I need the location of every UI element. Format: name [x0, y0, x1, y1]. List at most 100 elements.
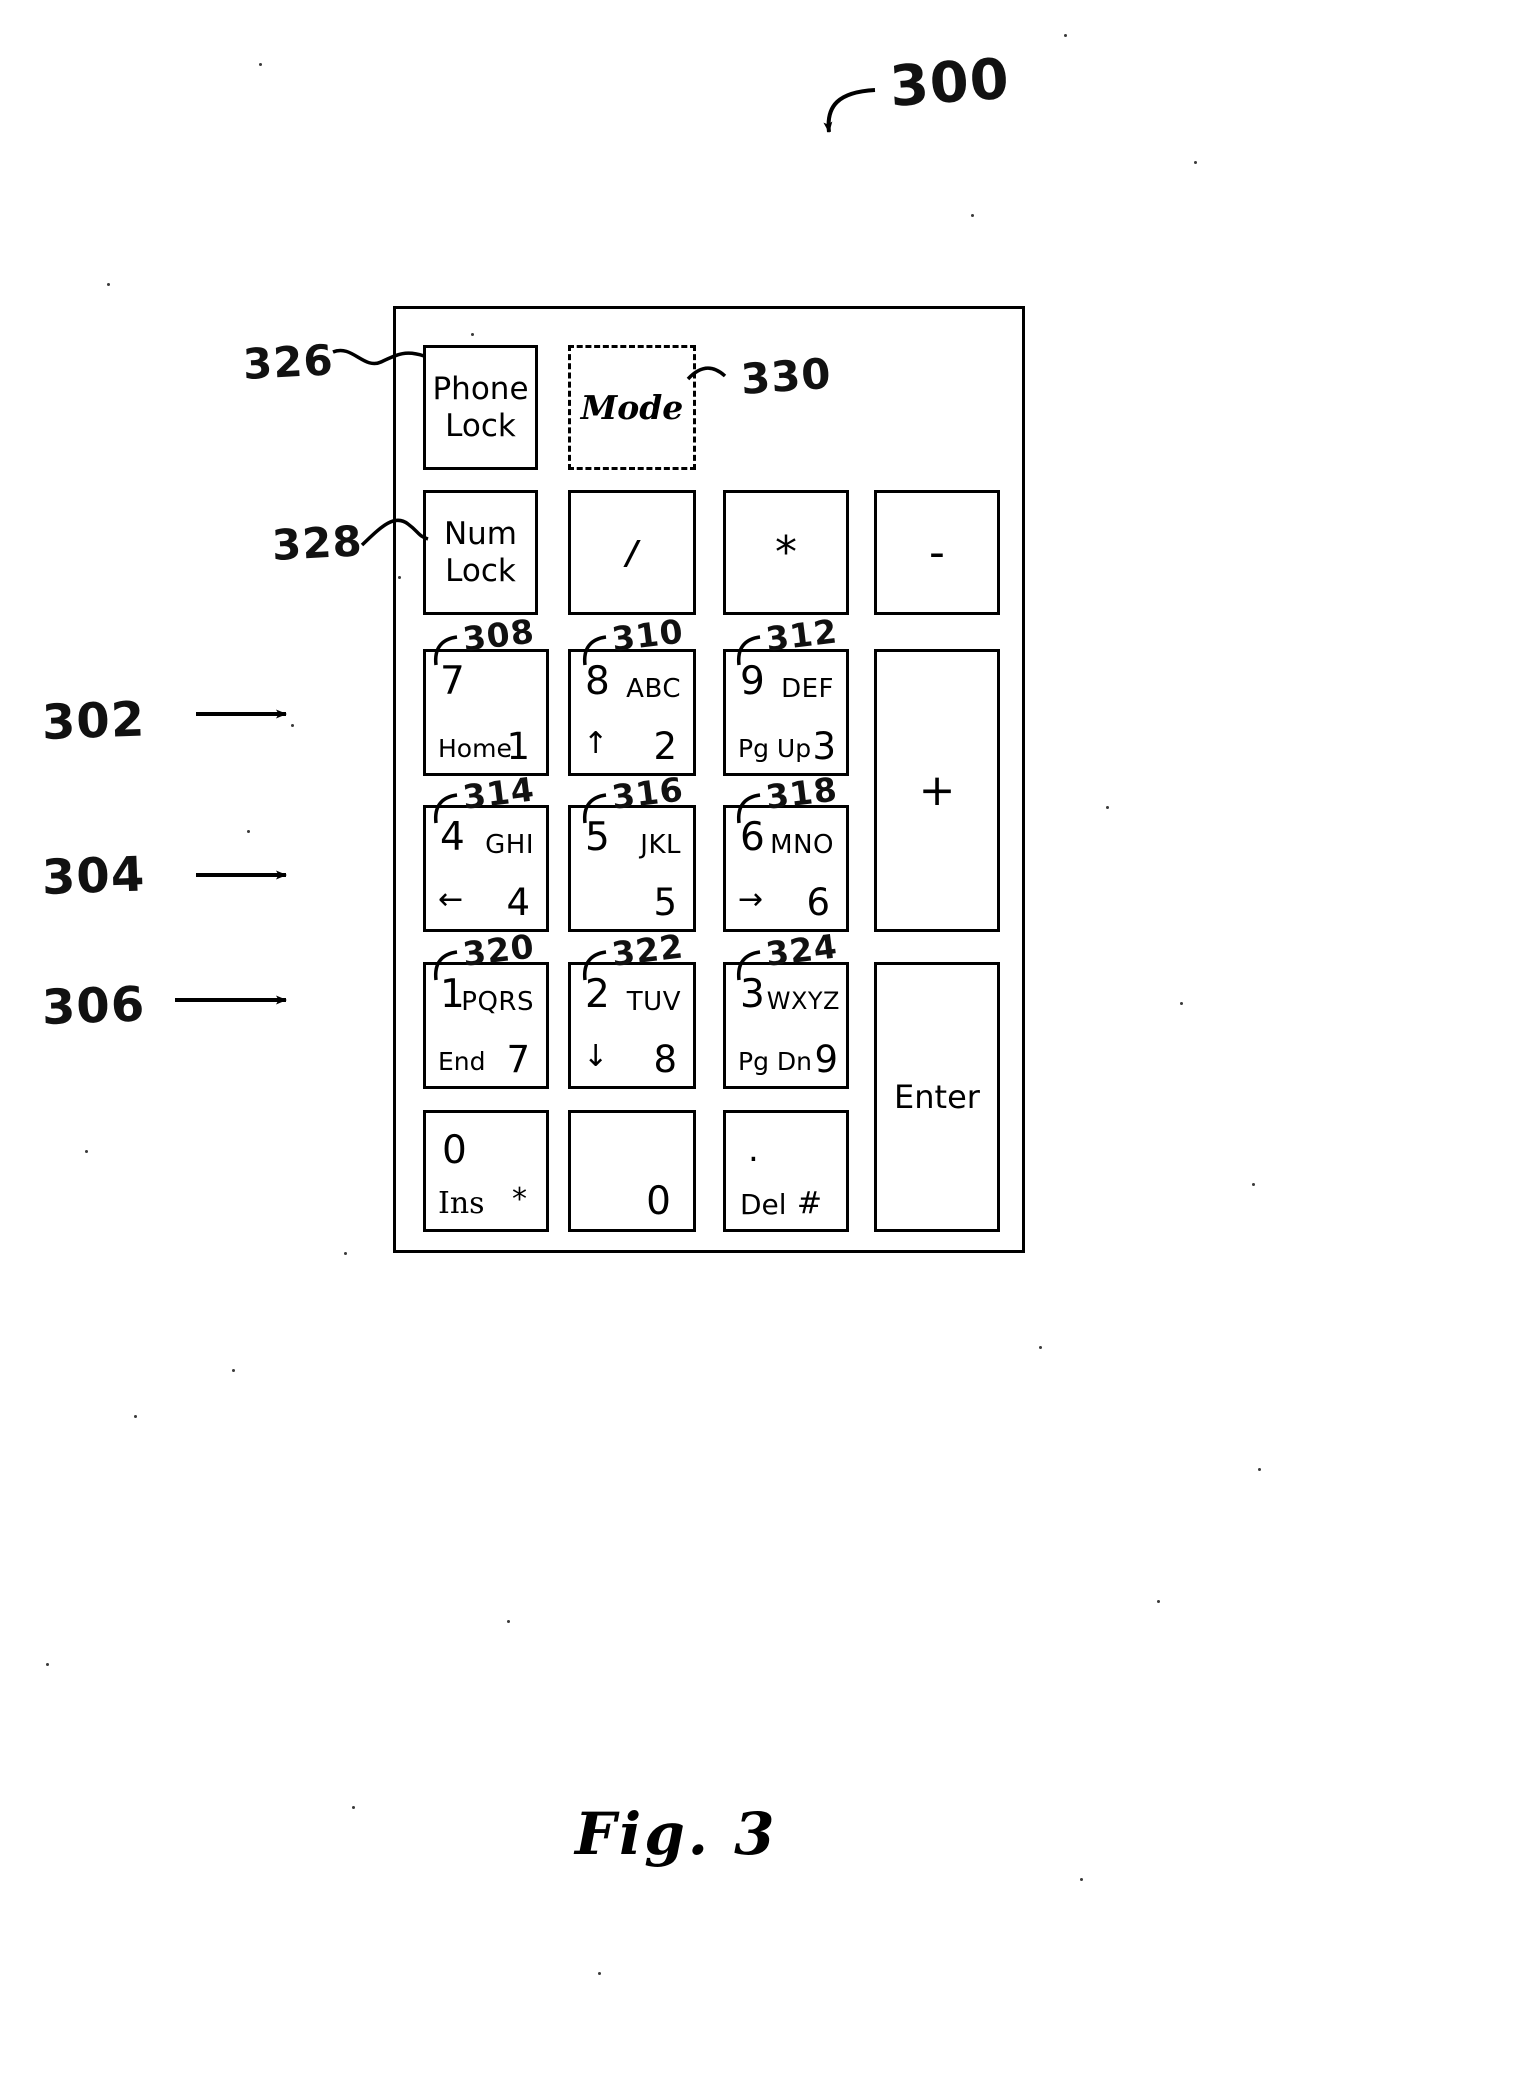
key-asterisk-label: *	[775, 527, 797, 578]
key-9[interactable]: 9 DEF Pg Up 3	[723, 649, 849, 776]
scan-speckle	[971, 214, 974, 217]
key-8-phone-digit: 2	[653, 725, 677, 768]
key-2-numeral: 2	[585, 972, 610, 1017]
key-7-function: Home	[438, 734, 512, 763]
scan-speckle	[1252, 1183, 1255, 1186]
key-6-right-arrow-icon: →	[738, 882, 764, 917]
scan-speckle	[1258, 1468, 1261, 1471]
key-minus[interactable]: -	[874, 490, 1000, 615]
scan-speckle	[1039, 1346, 1042, 1349]
key-period-hash-symbol: #	[796, 1186, 822, 1221]
scan-speckle	[1157, 1600, 1160, 1603]
scan-speckle	[352, 1806, 355, 1809]
key-phone-lock[interactable]: Phone Lock	[423, 345, 538, 470]
callout-300: 300	[887, 46, 1012, 120]
scan-speckle	[107, 283, 110, 286]
key-5[interactable]: 5 JKL 5	[568, 805, 696, 932]
scan-speckle	[1106, 806, 1109, 809]
key-8-numeral: 8	[585, 659, 610, 704]
key-7[interactable]: 7 Home 1	[423, 649, 549, 776]
key-period[interactable]: . Del #	[723, 1110, 849, 1232]
key-2-down-arrow-icon: ↓	[583, 1039, 609, 1074]
callout-304: 304	[41, 846, 147, 906]
scan-speckle	[1064, 34, 1067, 37]
scan-speckle	[247, 830, 250, 833]
key-mode[interactable]: Mode	[568, 345, 696, 470]
key-num-lock[interactable]: Num Lock	[423, 490, 538, 615]
key-mode-label: Mode	[580, 388, 684, 427]
key-num-lock-label: Num Lock	[426, 493, 535, 612]
key-4[interactable]: 4 GHI ← 4	[423, 805, 549, 932]
key-asterisk[interactable]: *	[723, 490, 849, 615]
key-1-letters: PQRS	[461, 987, 534, 1017]
key-9-phone-digit: 3	[812, 725, 836, 768]
key-1[interactable]: 1 PQRS End 7	[423, 962, 549, 1089]
scan-speckle	[344, 1252, 347, 1255]
key-0-left-numeral: 0	[442, 1128, 467, 1173]
key-plus-label: +	[918, 765, 956, 816]
key-enter-label: Enter	[894, 1078, 980, 1116]
key-0-middle-phone-digit: 0	[646, 1179, 671, 1224]
scan-speckle	[398, 576, 401, 579]
key-period-delete-label: Del	[740, 1188, 787, 1221]
key-5-letters: JKL	[640, 830, 681, 860]
scan-speckle	[291, 724, 294, 727]
key-period-dot: .	[748, 1130, 759, 1170]
key-9-numeral: 9	[740, 659, 765, 704]
scan-speckle	[232, 1369, 235, 1372]
key-phone-lock-line1: Phone	[432, 370, 529, 407]
key-divide-label: /	[625, 533, 639, 572]
scan-speckle	[259, 63, 262, 66]
key-num-lock-line2: Lock	[445, 552, 516, 589]
callout-302: 302	[41, 691, 147, 751]
scan-speckle	[1194, 161, 1197, 164]
key-divide[interactable]: /	[568, 490, 696, 615]
callout-306: 306	[41, 976, 147, 1036]
key-minus-label: -	[929, 527, 945, 578]
scan-speckle	[471, 333, 474, 336]
key-3-phone-digit: 9	[814, 1038, 838, 1081]
key-4-numeral: 4	[440, 815, 465, 860]
key-plus[interactable]: +	[874, 649, 1000, 932]
key-2[interactable]: 2 TUV ↓ 8	[568, 962, 696, 1089]
key-8-letters: ABC	[626, 674, 681, 704]
key-9-function: Pg Up	[738, 734, 812, 763]
figure-caption: Fig. 3	[575, 1800, 778, 1868]
key-enter[interactable]: Enter	[874, 962, 1000, 1232]
key-6-letters: MNO	[770, 830, 834, 860]
key-6-phone-digit: 6	[806, 881, 830, 924]
key-phone-lock-label: Phone Lock	[426, 348, 535, 467]
scan-speckle	[46, 1663, 49, 1666]
key-phone-lock-line2: Lock	[445, 407, 516, 444]
key-6[interactable]: 6 MNO → 6	[723, 805, 849, 932]
callout-328: 328	[270, 516, 364, 570]
leader-300	[823, 88, 876, 133]
key-3-function: Pg Dn	[738, 1047, 812, 1076]
key-2-phone-digit: 8	[653, 1038, 677, 1081]
key-0-left-insert-label: Ins	[438, 1186, 485, 1221]
key-7-numeral: 7	[440, 659, 465, 704]
key-6-numeral: 6	[740, 815, 765, 860]
scan-speckle	[85, 1150, 88, 1153]
key-0-middle[interactable]: 0	[568, 1110, 696, 1232]
key-3[interactable]: 3 WXYZ Pg Dn 9	[723, 962, 849, 1089]
key-7-phone-digit: 1	[506, 725, 530, 768]
key-5-numeral: 5	[585, 815, 610, 860]
key-5-phone-digit: 5	[653, 881, 677, 924]
key-0-left[interactable]: 0 Ins *	[423, 1110, 549, 1232]
scan-speckle	[1180, 1002, 1183, 1005]
key-4-left-arrow-icon: ←	[438, 882, 464, 917]
scan-speckle	[598, 1972, 601, 1975]
key-9-letters: DEF	[781, 674, 834, 704]
scan-speckle	[507, 1620, 510, 1623]
callout-326: 326	[241, 335, 335, 389]
key-1-function: End	[438, 1047, 486, 1076]
scan-speckle	[134, 1415, 137, 1418]
key-8[interactable]: 8 ABC ↑ 2	[568, 649, 696, 776]
key-1-phone-digit: 7	[506, 1038, 530, 1081]
key-8-up-arrow-icon: ↑	[583, 726, 609, 761]
key-4-phone-digit: 4	[506, 881, 530, 924]
key-3-numeral: 3	[740, 972, 765, 1017]
key-0-left-star-symbol: *	[512, 1182, 527, 1217]
callout-330: 330	[739, 348, 834, 404]
